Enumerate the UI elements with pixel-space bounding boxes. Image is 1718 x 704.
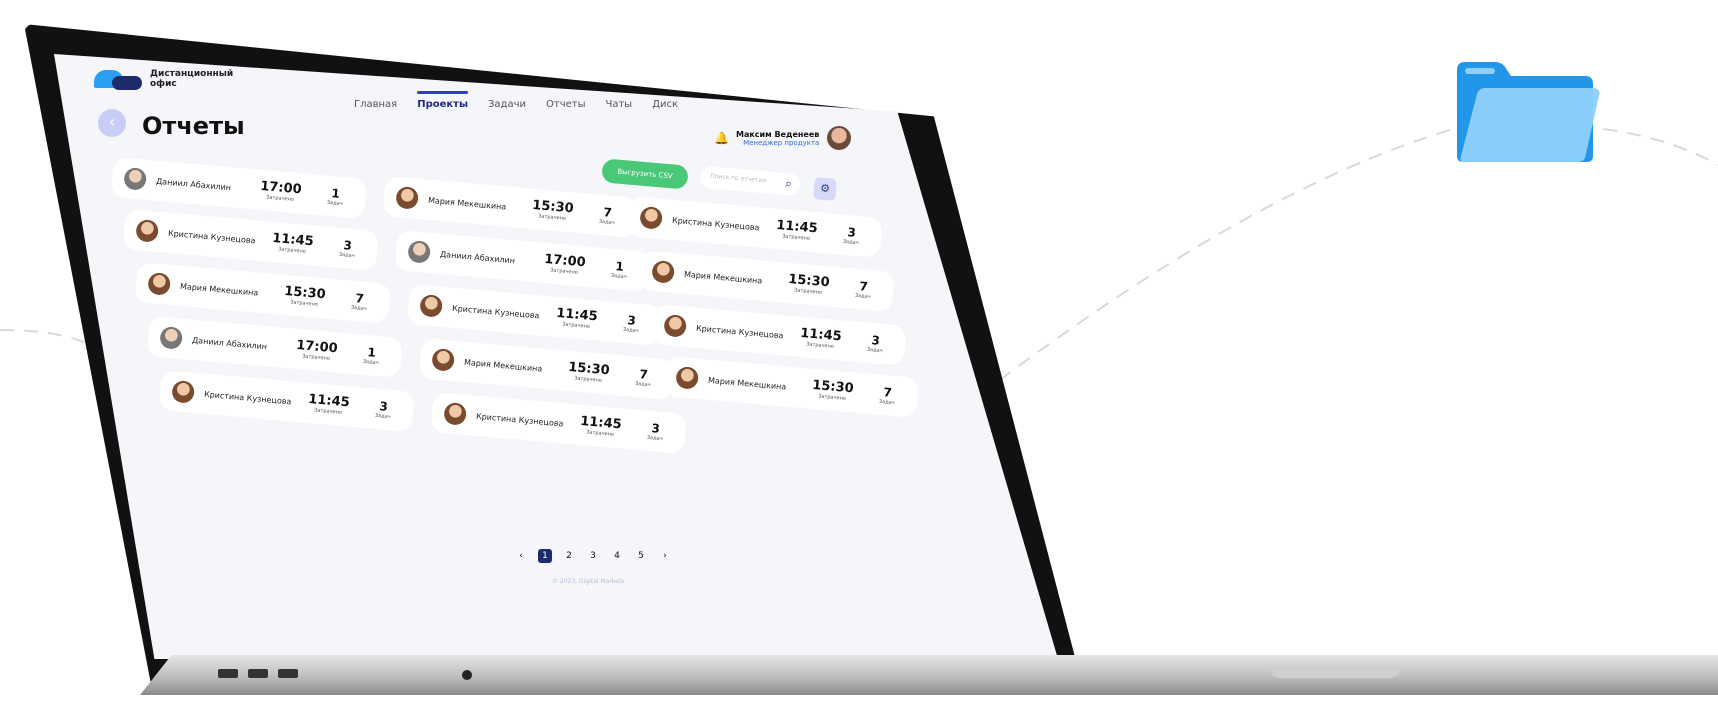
search-input[interactable]: Поиск по отчетам ⌕ [699,165,801,197]
bell-icon[interactable]: 🔔 [714,131,729,145]
page-4-button[interactable]: 4 [610,549,624,563]
avatar [147,272,172,296]
avatar[interactable] [827,126,852,150]
avatar [443,402,468,426]
nav-item-reports[interactable]: Отчеты [546,99,585,110]
report-card[interactable]: Мария Мекешкина 15:30 Затрачено 7 Задач [418,338,676,400]
user-profile[interactable]: 🔔 Максим Веденеев Менеджер продукта [714,126,852,150]
avatar [663,314,688,338]
report-card[interactable]: Мария Мекешкина 15:30 Затрачено 7 Задач [638,250,896,312]
report-card[interactable]: Кристина Кузнецова 11:45 Затрачено 3 Задач [650,304,908,366]
report-card[interactable]: Даниил Абахилин 17:00 Затрачено 1 Задач [394,230,652,292]
page-5-button[interactable]: 5 [634,549,648,563]
avatar [395,186,420,210]
report-card[interactable]: Кристина Кузнецова 11:45 Затрачено 3 Задач [430,392,688,454]
avatar [159,326,184,350]
usb-port [218,669,238,678]
avatar [419,294,444,318]
headphone-jack [462,670,472,680]
nav-item-chats[interactable]: Чаты [606,99,633,110]
laptop-trackpad-notch [1270,668,1400,678]
avatar [651,260,676,284]
report-card[interactable]: Кристина Кузнецова 11:45 Затрачено 3 Задач [626,196,884,258]
app-logo[interactable]: Дистанционный офис [94,66,234,92]
nav-item-projects[interactable]: Проекты [417,91,468,110]
report-card[interactable]: Кристина Кузнецова 11:45 Затрачено 3 Задач [122,209,380,271]
search-icon[interactable]: ⌕ [785,176,793,192]
avatar [639,206,664,230]
avatar [123,167,148,191]
laptop-base [140,655,1718,695]
search-placeholder: Поиск по отчетам [709,172,767,185]
chevron-left-icon: ‹ [108,112,116,131]
prev-page-button[interactable]: ‹ [514,549,528,563]
next-page-button[interactable]: › [658,549,672,563]
nav-item-disk[interactable]: Диск [652,99,678,110]
usb-port [248,669,268,678]
report-card[interactable]: Кристина Кузнецова 11:45 Затрачено 3 Задач [406,284,664,346]
laptop: Дистанционный офис Главная Проекты Задач… [10,10,1090,700]
page-title: Отчеты [142,112,245,140]
main-nav: Главная Проекты Задачи Отчеты Чаты Диск [354,91,678,110]
copyright-text: © 2023, Digital Markets [552,578,625,585]
avatar [407,240,432,264]
report-card[interactable]: Мария Мекешкина 15:30 Затрачено 7 Задач [382,176,640,238]
filter-button[interactable]: ⚙ [813,177,837,201]
usb-port [278,669,298,678]
nav-item-home[interactable]: Главная [354,99,397,110]
logo-text-line2: офис [150,79,177,89]
report-card[interactable]: Даниил Абахилин 17:00 Затрачено 1 Задач [146,316,404,378]
sliders-icon: ⚙ [819,181,831,196]
avatar [135,219,160,243]
back-button[interactable]: ‹ [98,109,126,137]
nav-item-tasks[interactable]: Задачи [488,99,526,110]
avatar [171,380,196,404]
cloud-logo-icon [94,66,142,92]
user-role: Менеджер продукта [743,138,820,147]
avatar [675,366,700,390]
report-card[interactable]: Кристина Кузнецова 11:45 Затрачено 3 Задач [158,370,416,432]
page-2-button[interactable]: 2 [562,549,576,563]
pagination: ‹ 1 2 3 4 5 › [514,549,672,563]
report-card[interactable]: Даниил Абахилин 17:00 Затрачено 1 Задач [110,157,368,219]
page-1-button[interactable]: 1 [538,549,552,563]
avatar [431,348,456,372]
report-card[interactable]: Мария Мекешкина 15:30 Затрачено 7 Задач [662,356,920,418]
folder-icon [1457,62,1600,162]
user-name: Максим Веденеев [736,129,820,139]
logo-text-line1: Дистанционный [150,69,234,79]
page-3-button[interactable]: 3 [586,549,600,563]
report-card[interactable]: Мария Мекешкина 15:30 Затрачено 7 Задач [134,262,392,324]
export-csv-button[interactable]: Выгрузить CSV [601,158,689,190]
